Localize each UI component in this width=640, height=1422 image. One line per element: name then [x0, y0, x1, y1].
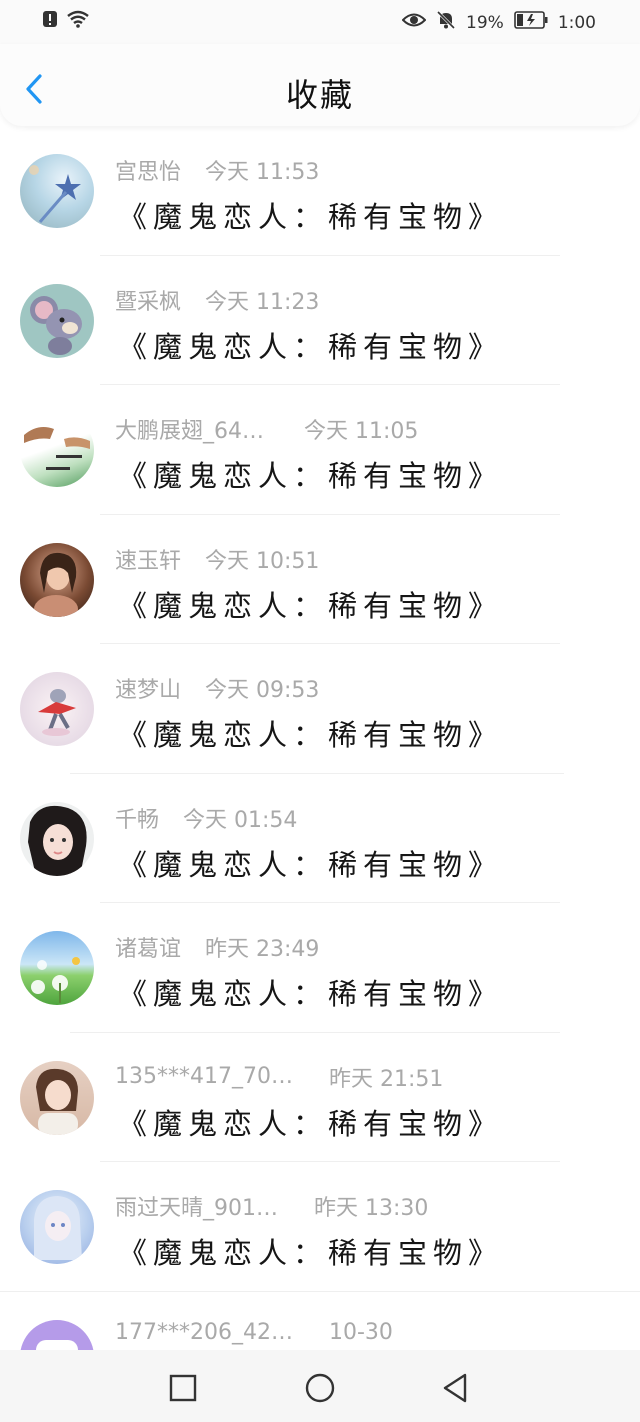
wifi-icon	[66, 10, 90, 32]
timestamp: 今天 11:53	[205, 160, 320, 185]
user-name: 速梦山	[115, 678, 182, 703]
favorite-title: 《魔鬼恋人：稀有宝物》	[118, 1236, 504, 1270]
back-nav-button[interactable]	[437, 1370, 473, 1406]
header: 收藏	[0, 44, 640, 126]
timestamp: 今天 11:23	[205, 289, 320, 315]
list-item[interactable]: 135***417_70… 昨天 21:51 《魔鬼恋人：稀有宝物》	[0, 1033, 640, 1162]
clock-time: 1:00	[557, 12, 596, 33]
timestamp: 今天 01:54	[183, 807, 298, 833]
favorite-title: 《魔鬼恋人：稀有宝物》	[118, 847, 504, 882]
page-title: 收藏	[285, 76, 354, 114]
user-name: 135***417_70…	[115, 1064, 293, 1089]
user-name: 暨采枫	[115, 289, 182, 315]
battery-percent: 19%	[466, 12, 504, 33]
timestamp: 昨天 23:49	[205, 937, 320, 962]
favorite-title: 《魔鬼恋人：稀有宝物》	[118, 977, 504, 1011]
list-item[interactable]: 速梦山 今天 09:53 《魔鬼恋人：稀有宝物》	[0, 644, 640, 774]
home-button[interactable]	[302, 1370, 338, 1406]
avatar[interactable]	[20, 413, 94, 487]
favorite-title: 《魔鬼恋人：稀有宝物》	[118, 329, 504, 364]
avatar[interactable]	[20, 931, 94, 1005]
battery-icon	[514, 11, 548, 34]
timestamp: 今天 10:51	[205, 548, 320, 574]
recents-button[interactable]	[165, 1370, 201, 1406]
status-bar: 19% 1:00	[0, 0, 640, 44]
favorite-title: 《魔鬼恋人：稀有宝物》	[118, 200, 504, 234]
triangle-back-icon	[443, 1373, 467, 1403]
circle-icon	[305, 1373, 335, 1403]
list-item[interactable]: 雨过天晴_901… 昨天 13:30 《魔鬼恋人：稀有宝物》	[0, 1162, 640, 1292]
list-item[interactable]: 速玉轩 今天 10:51 《魔鬼恋人：稀有宝物》	[0, 515, 640, 644]
system-nav-bar	[0, 1350, 640, 1422]
user-name: 宫思怡	[115, 160, 182, 185]
timestamp: 昨天 21:51	[328, 1066, 444, 1092]
user-name: 雨过天晴_901…	[115, 1196, 278, 1221]
list-item[interactable]: 诸葛谊 昨天 23:49 《魔鬼恋人：稀有宝物》	[0, 903, 640, 1033]
list-item[interactable]: 暨采枫 今天 11:23 《魔鬼恋人：稀有宝物》	[0, 256, 640, 385]
list-item[interactable]: 大鹏展翅_64… 今天 11:05 《魔鬼恋人：稀有宝物》	[0, 385, 640, 515]
avatar[interactable]	[20, 1190, 94, 1264]
favorite-title: 《魔鬼恋人：稀有宝物》	[118, 718, 504, 752]
avatar[interactable]	[20, 1060, 94, 1135]
square-icon	[169, 1374, 197, 1402]
favorite-title: 《魔鬼恋人：稀有宝物》	[118, 588, 504, 623]
favorite-title: 《魔鬼恋人：稀有宝物》	[118, 1106, 504, 1141]
favorite-title: 《魔鬼恋人：稀有宝物》	[118, 459, 504, 493]
mute-bell-icon	[436, 10, 456, 35]
timestamp: 10-30	[328, 1319, 393, 1345]
user-name: 大鹏展翅_64…	[115, 419, 264, 444]
eye-icon	[401, 11, 427, 34]
timestamp: 今天 09:53	[205, 678, 320, 703]
user-name: 177***206_42…	[115, 1319, 293, 1345]
avatar[interactable]	[20, 542, 94, 617]
timestamp: 今天 11:05	[304, 419, 419, 444]
favorites-list: 宫思怡 今天 11:53 《魔鬼恋人：稀有宝物》 暨采枫 今天 11:23 《魔…	[0, 126, 640, 1421]
user-name: 诸葛谊	[115, 937, 182, 962]
timestamp: 昨天 13:30	[314, 1196, 429, 1221]
list-item[interactable]: 千畅 今天 01:54 《魔鬼恋人：稀有宝物》	[0, 774, 640, 903]
list-item[interactable]: 宫思怡 今天 11:53 《魔鬼恋人：稀有宝物》	[0, 126, 640, 256]
avatar[interactable]	[20, 672, 94, 746]
user-name: 速玉轩	[115, 548, 182, 574]
avatar[interactable]	[20, 154, 94, 228]
avatar[interactable]	[20, 801, 94, 876]
user-name: 千畅	[115, 807, 160, 833]
alert-icon	[42, 10, 58, 32]
avatar[interactable]	[20, 283, 94, 358]
